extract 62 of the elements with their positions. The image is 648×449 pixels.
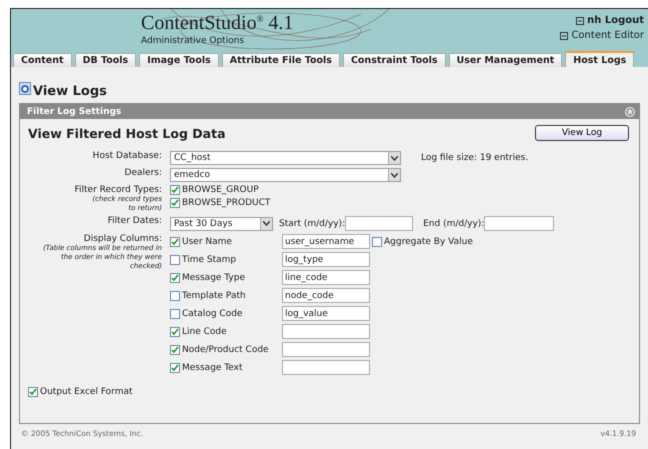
column-field[interactable]: line_code: [282, 270, 370, 285]
column-field[interactable]: [282, 324, 370, 339]
view-log-button[interactable]: View Log: [535, 125, 629, 141]
tab[interactable]: Constraint Tools: [342, 53, 446, 67]
checkbox-label: Message Text: [182, 362, 243, 372]
section-heading: View Filtered Host Log Data: [28, 126, 226, 140]
collapse-icon[interactable]: [625, 106, 635, 116]
checkbox-label: Output Excel Format: [40, 387, 133, 397]
tab[interactable]: Host Logs: [565, 51, 634, 67]
checkbox-label: Time Stamp: [182, 254, 236, 264]
tab[interactable]: Image Tools: [139, 53, 219, 67]
start-date-field[interactable]: [345, 216, 414, 231]
checkbox[interactable]: [170, 290, 180, 300]
log-size-text: Log file size: 19 entries.: [421, 153, 528, 163]
panel-title: Filter Log Settings: [27, 106, 122, 116]
column-field[interactable]: node_code: [282, 288, 370, 303]
page-title: View Logs: [33, 84, 107, 98]
checkbox[interactable]: [170, 236, 180, 246]
checkbox-label: Node/Product Code: [182, 344, 269, 354]
checkbox-label: Template Path: [182, 290, 246, 300]
tab[interactable]: Attribute File Tools: [222, 53, 340, 67]
checkbox[interactable]: [170, 308, 180, 318]
checkbox[interactable]: [170, 344, 180, 354]
checkbox[interactable]: [170, 272, 180, 282]
checkbox[interactable]: [170, 326, 180, 336]
tab[interactable]: Content: [13, 53, 72, 67]
column-field[interactable]: user_username: [282, 234, 370, 249]
end-date-field[interactable]: [484, 216, 554, 231]
checkbox-label: User Name: [182, 236, 232, 246]
column-field[interactable]: [282, 342, 370, 357]
field-label: Display Columns:: [84, 234, 162, 244]
field-label: End (m/d/yy):: [423, 218, 484, 228]
checkbox-label: BROWSE_GROUP: [182, 185, 259, 195]
field-label: Start (m/d/yy):: [279, 218, 346, 228]
header-link[interactable]: nh Logout: [587, 15, 644, 26]
checkbox[interactable]: [28, 387, 38, 397]
checkbox-label: Aggregate By Value: [384, 236, 473, 246]
checkbox-label: Line Code: [182, 326, 227, 336]
checkbox[interactable]: [170, 198, 180, 208]
field-label: Filter Record Types:: [74, 185, 162, 195]
checkbox[interactable]: [170, 254, 180, 264]
checkbox-label: BROWSE_PRODUCT: [182, 198, 270, 208]
checkbox-label: Message Type: [182, 272, 245, 282]
checkbox[interactable]: [170, 185, 180, 195]
checkbox[interactable]: [170, 362, 180, 372]
column-field[interactable]: [282, 360, 370, 375]
checkbox[interactable]: [372, 236, 382, 246]
help-icon[interactable]: [19, 82, 31, 94]
checkbox-label: Catalog Code: [182, 308, 242, 318]
minus-box-icon: [560, 32, 568, 40]
field-label: Filter Dates:: [108, 216, 162, 226]
column-field[interactable]: log_type: [282, 252, 370, 267]
field-label: Host Database:: [92, 151, 162, 161]
dealers-select[interactable]: emedco: [170, 168, 401, 182]
field-label: Dealers:: [124, 168, 162, 178]
date-range-select[interactable]: Past 30 Days: [170, 216, 273, 230]
minus-box-icon: [576, 16, 584, 24]
column-field[interactable]: log_value: [282, 306, 370, 321]
tab[interactable]: DB Tools: [74, 53, 136, 67]
tab[interactable]: User Management: [448, 53, 562, 67]
host-database-select[interactable]: CC_host: [170, 151, 401, 165]
header-link[interactable]: Content Editor: [571, 30, 644, 41]
